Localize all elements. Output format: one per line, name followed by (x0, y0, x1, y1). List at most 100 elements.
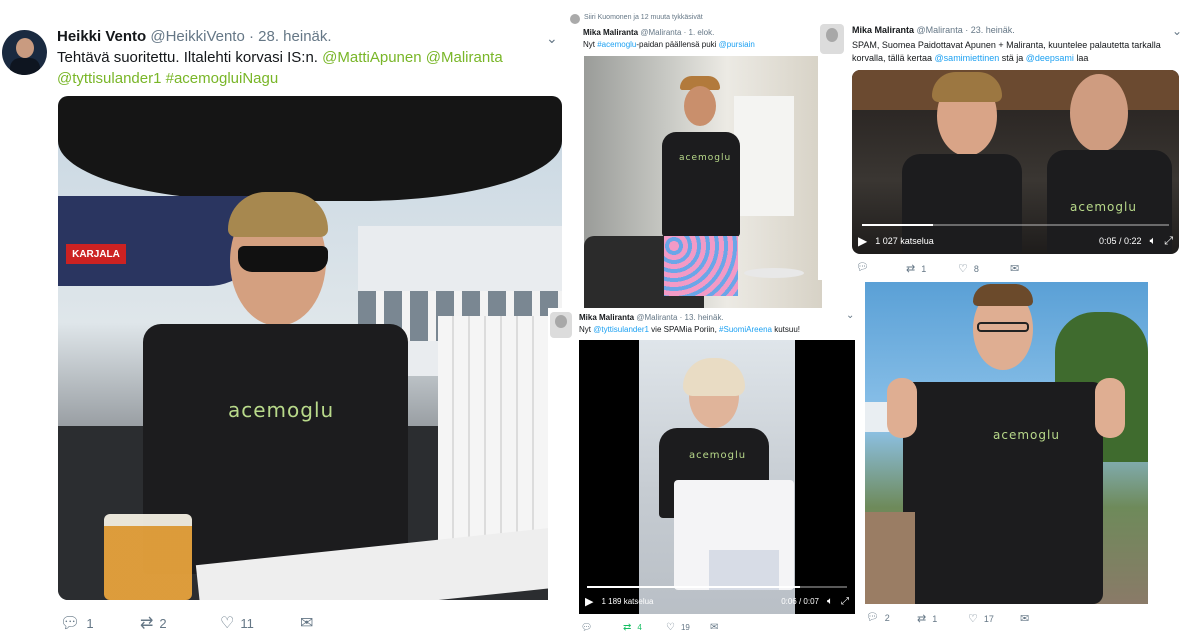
retweet-action[interactable]: ⇄ 1 (917, 612, 937, 625)
shorts (664, 236, 738, 296)
video-time: 0:05 / 0:22 (1099, 236, 1142, 246)
retweet-icon: ⇄ (917, 613, 927, 625)
mention-link[interactable]: @tyttisulander1 (593, 325, 649, 334)
tweet-header: Mika Maliranta @Maliranta · 13. heinäk. (579, 313, 724, 322)
chevron-down-icon[interactable]: ⌄ (546, 30, 558, 47)
hashtag-link[interactable]: #acemogluiNagu (166, 70, 279, 87)
author-handle[interactable]: @HeikkiVento (150, 28, 244, 45)
message-icon: ✉ (710, 622, 719, 633)
glasses (977, 322, 1029, 332)
message-action[interactable]: ✉ (300, 613, 313, 633)
retweet-icon: ⇄ (623, 622, 632, 633)
author-handle[interactable]: @Maliranta (640, 28, 681, 37)
message-action[interactable]: ✉ (710, 622, 718, 633)
reply-action[interactable]: 💬︎ (856, 262, 869, 273)
tweet-header: Mika Maliranta @Maliranta · 23. heinäk. (852, 25, 1015, 35)
volume-icon[interactable]: 🔈︎ (1150, 235, 1157, 248)
reply-icon: 💬︎ (866, 612, 879, 623)
tweet-text: Nyt @tyttisulander1 vie SPAMia Poriin, #… (579, 325, 800, 334)
hashtag-link[interactable]: #SuomiAreena (719, 325, 772, 334)
like-icon: ♡ (958, 263, 968, 275)
avatar[interactable] (570, 14, 580, 24)
reply-action[interactable]: 💬︎ 2 (866, 612, 890, 623)
tshirt-print: acemoglu (1070, 200, 1137, 214)
like-action[interactable]: ♡ 11 (220, 613, 254, 633)
video-time: 0:06 / 0:07 (781, 596, 819, 606)
tweet-heikki[interactable]: Heikki Vento @HeikkiVento · 28. heinäk. … (0, 0, 575, 640)
mention-link[interactable]: @pursiain (719, 40, 755, 49)
play-icon[interactable]: ▶ (585, 595, 593, 608)
tweet-spam-video[interactable]: Mika Maliranta @Maliranta · 23. heinäk. … (818, 18, 1190, 280)
like-action[interactable]: ♡ 17 (968, 612, 994, 625)
liked-note: Siiri Kuomonen ja 12 muuta tykkäsivät (584, 14, 703, 21)
video-views: 1 189 katselua (601, 596, 654, 606)
tweet-pursiain[interactable]: Siiri Kuomonen ja 12 muuta tykkäsivät Mi… (570, 14, 825, 314)
sunglasses (238, 246, 328, 272)
tweet-pori[interactable]: Mika Maliranta @Maliranta · 13. heinäk. … (548, 308, 860, 640)
avatar[interactable] (550, 312, 572, 338)
video-player[interactable]: acemoglu ▶ 1 189 katselua 0:06 / 0:07 🔈︎… (579, 340, 855, 614)
tweet-tshirt-photo[interactable]: acemoglu 💬︎ 2 ⇄ 1 ♡ 17 ✉ (862, 280, 1152, 640)
message-icon: ✉ (1010, 263, 1020, 275)
like-action[interactable]: ♡ 19 (666, 622, 690, 633)
like-action[interactable]: ♡ 8 (958, 262, 979, 275)
author-name[interactable]: Heikki Vento (57, 28, 146, 45)
reply-action[interactable]: 💬︎ (581, 622, 592, 633)
tweet-date[interactable]: · 1. elok. (684, 28, 715, 37)
tweet-text: SPAM, Suomea Paidottavat Apunen + Malira… (852, 40, 1161, 63)
author-handle[interactable]: @Maliranta (636, 313, 677, 322)
retweet-action[interactable]: ⇄ 1 (906, 262, 926, 275)
tshirt-print: acemoglu (689, 450, 747, 461)
like-icon: ♡ (220, 615, 235, 632)
mention-link[interactable]: @Maliranta (426, 49, 503, 66)
tweet-text: Nyt #acemoglu-paidan päällensä puki @pur… (583, 40, 755, 49)
fullscreen-icon[interactable]: ⤢ (1164, 235, 1173, 248)
person-head (684, 86, 716, 126)
play-icon[interactable]: ▶ (858, 234, 867, 248)
tweet-date[interactable]: · 28. heinäk. (249, 28, 332, 45)
tweet-date[interactable]: · 13. heinäk. (680, 313, 724, 322)
tweet-photo[interactable]: acemoglu (584, 56, 822, 314)
hashtag-link[interactable]: #acemoglu (597, 40, 636, 49)
author-handle[interactable]: @Maliranta (917, 25, 963, 35)
tweet-header: Mika Maliranta @Maliranta · 1. elok. (583, 28, 714, 37)
author-name[interactable]: Mika Maliranta (852, 25, 914, 35)
volume-icon[interactable]: 🔈︎ (827, 596, 833, 607)
author-name[interactable]: Mika Maliranta (579, 313, 634, 322)
tshirt (662, 132, 740, 237)
retweet-icon: ⇄ (906, 263, 916, 275)
mention-link[interactable]: @MattiApunen (322, 49, 421, 66)
avatar[interactable] (820, 24, 844, 54)
mention-link[interactable]: @tyttisulander1 (57, 70, 161, 87)
beer-glass (104, 514, 192, 600)
tshirt-print: acemoglu (228, 398, 335, 422)
message-icon: ✉ (300, 615, 314, 632)
retweet-icon: ⇄ (140, 615, 154, 632)
avatar[interactable] (2, 30, 47, 75)
like-icon: ♡ (968, 613, 978, 625)
reply-icon: 💬︎ (856, 262, 869, 273)
mention-link[interactable]: @samimiettinen (935, 53, 1000, 63)
video-progress-bar[interactable] (862, 224, 1169, 226)
tweet-photo[interactable]: acemoglu (865, 282, 1148, 604)
tweet-header: Heikki Vento @HeikkiVento · 28. heinäk. (57, 28, 332, 45)
author-name[interactable]: Mika Maliranta (583, 28, 638, 37)
fullscreen-icon[interactable]: ⤢ (841, 596, 849, 607)
chevron-down-icon[interactable]: ⌄ (846, 310, 854, 321)
retweet-action[interactable]: ⇄ 2 (140, 613, 167, 633)
message-action[interactable]: ✉ (1020, 612, 1029, 625)
video-views: 1 027 katselua (875, 236, 934, 246)
like-icon: ♡ (666, 622, 675, 633)
mention-link[interactable]: @deepsami (1026, 53, 1074, 63)
tweet-date[interactable]: · 23. heinäk. (965, 25, 1015, 35)
chevron-down-icon[interactable]: ⌄ (1172, 24, 1182, 38)
video-player[interactable]: acemoglu ▶ 1 027 katselua 0:05 / 0:22 🔈︎… (852, 70, 1179, 254)
tweet-photo[interactable]: KARJALA acemoglu (58, 96, 562, 600)
retweet-action[interactable]: ⇄ 4 (623, 622, 642, 633)
message-action[interactable]: ✉ (1010, 262, 1019, 275)
reply-action[interactable]: 💬︎ 1 (60, 613, 94, 633)
video-controls: ▶ 1 189 katselua 0:06 / 0:07 🔈︎ ⤢ (579, 588, 855, 614)
message-icon: ✉ (1020, 613, 1030, 625)
tshirt (903, 382, 1103, 604)
person-head (1070, 74, 1128, 152)
